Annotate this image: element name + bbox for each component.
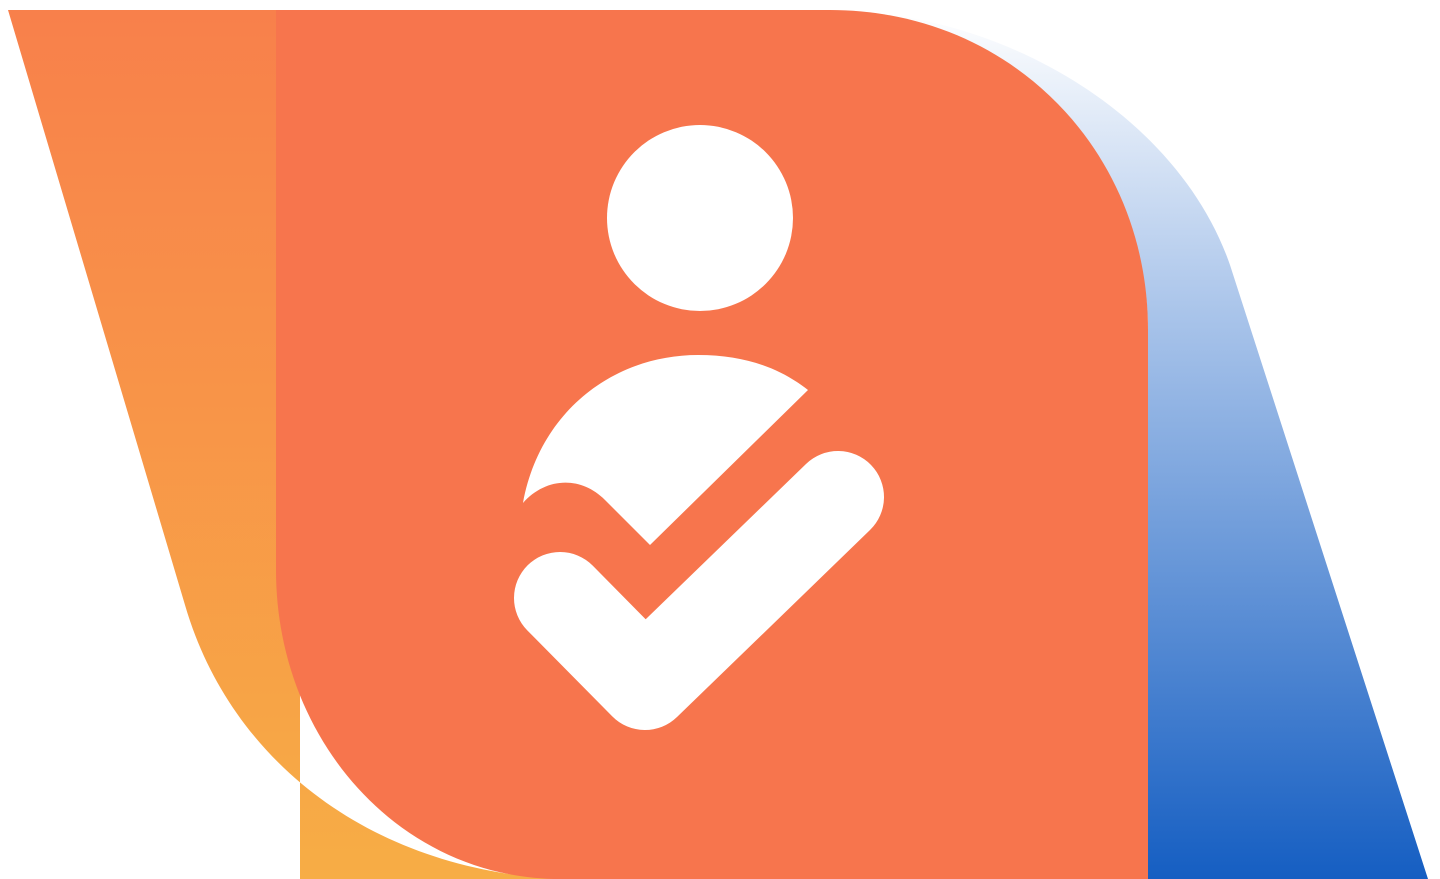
logo-graphic bbox=[8, 10, 1428, 879]
brand-logo bbox=[0, 0, 1440, 879]
person-head-icon bbox=[607, 125, 793, 311]
